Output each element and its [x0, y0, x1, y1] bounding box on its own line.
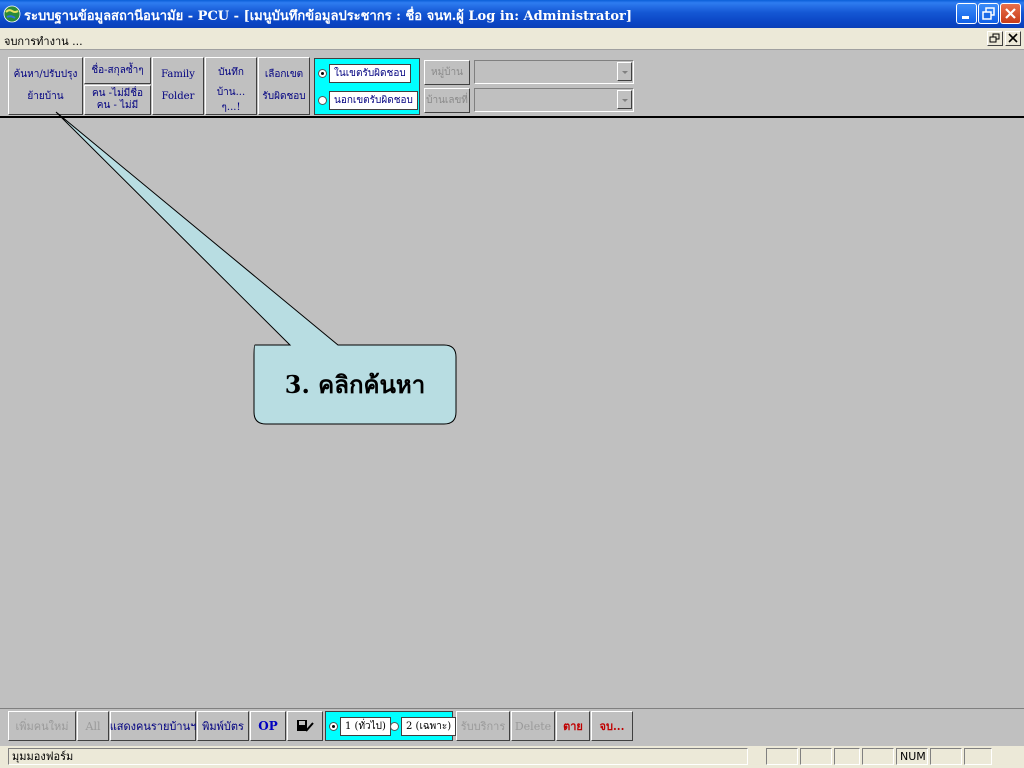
radio-general-label: 1 (ทั่วไป)	[340, 717, 391, 736]
radio-specific-label: 2 (เฉพาะ)	[401, 717, 457, 736]
add-new-person-button[interactable]: เพิ่มคนใหม่	[8, 711, 76, 741]
floppy-edit-icon	[297, 720, 314, 732]
radio-general[interactable]: 1 (ทั่วไป)	[329, 717, 391, 736]
status-panel-3	[834, 748, 860, 765]
end-button[interactable]: จบ...	[591, 711, 633, 741]
radio-specific-dot[interactable]	[390, 722, 399, 731]
dead-button[interactable]: ตาย	[556, 711, 590, 741]
status-panel-7	[964, 748, 992, 765]
all-button[interactable]: All	[77, 711, 109, 741]
num-lock-indicator: NUM	[896, 748, 928, 765]
status-panel-2	[800, 748, 832, 765]
delete-button[interactable]: Delete	[511, 711, 555, 741]
callout-text: 3. คลิกค้นหา	[284, 369, 426, 399]
op-button[interactable]: OP	[250, 711, 286, 741]
save-edit-button[interactable]	[287, 711, 323, 741]
status-text: มุมมองฟอร์ม	[8, 748, 748, 765]
status-bar: มุมมองฟอร์ม NUM	[0, 746, 1024, 768]
bottom-toolbar: เพิ่มคนใหม่ All แสดงคนรายบ้านฯ พิมพ์บัตร…	[0, 708, 1024, 742]
print-card-button[interactable]: พิมพ์บัตร	[197, 711, 249, 741]
status-panel-4	[862, 748, 894, 765]
radio-general-dot[interactable]	[329, 722, 338, 731]
service-button[interactable]: รับบริการ	[456, 711, 510, 741]
status-panel-1	[766, 748, 798, 765]
radio-specific[interactable]: 2 (เฉพาะ)	[390, 717, 457, 736]
callout-shape	[55, 111, 457, 425]
status-panel-6	[930, 748, 962, 765]
show-household-button[interactable]: แสดงคนรายบ้านฯ	[110, 711, 196, 741]
